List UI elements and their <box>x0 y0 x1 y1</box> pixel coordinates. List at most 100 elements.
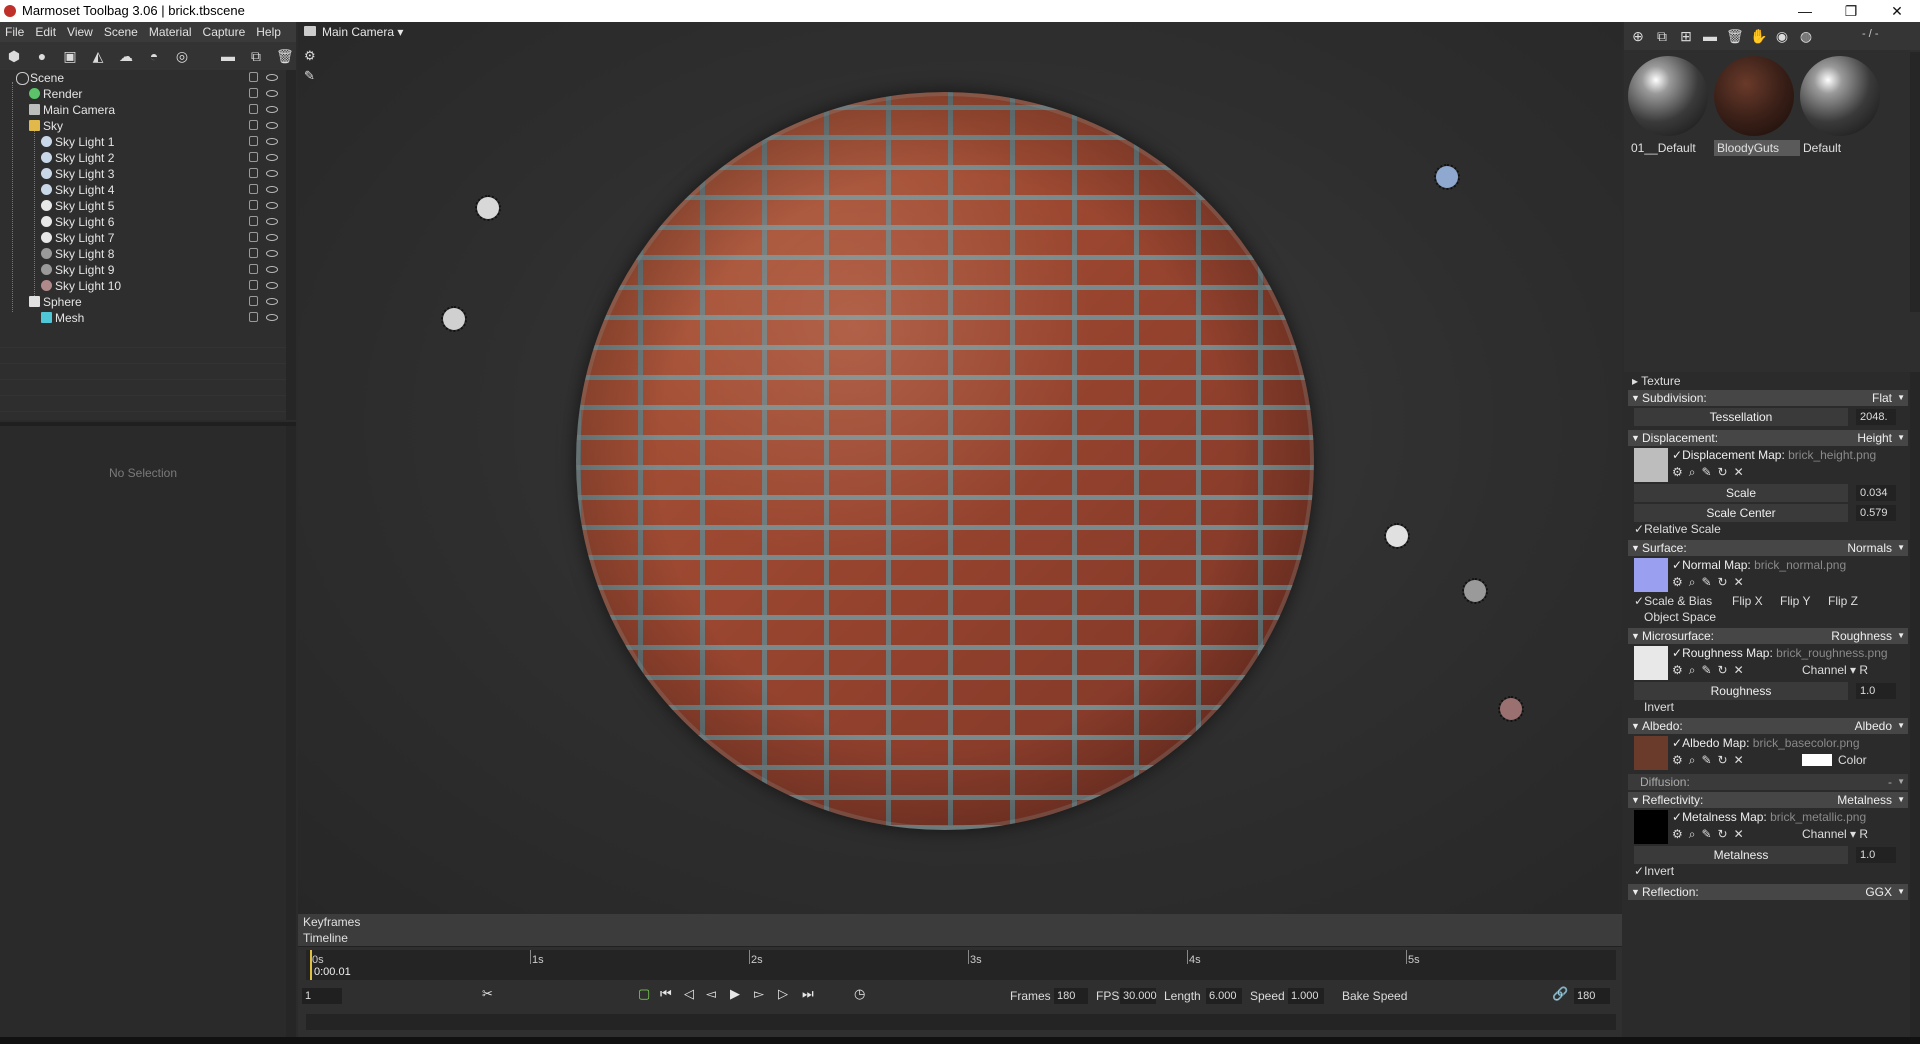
material-preview-default[interactable] <box>1628 56 1708 136</box>
link-icon[interactable]: 🔗 <box>1552 986 1568 1002</box>
next-key-icon[interactable]: ▷ <box>778 986 788 1002</box>
object-space-checkbox[interactable]: Object Space <box>1644 610 1716 624</box>
track-area[interactable] <box>306 1014 1616 1030</box>
normal-thumbnail[interactable] <box>1634 558 1668 592</box>
length-field[interactable]: 6.000 <box>1206 988 1242 1004</box>
materials-scrollbar[interactable] <box>1910 52 1920 312</box>
sky-light-gizmo[interactable] <box>1462 578 1488 604</box>
tree-item-sky-light[interactable]: Sky Light 2 <box>0 150 286 166</box>
albedo-thumbnail[interactable] <box>1634 736 1668 770</box>
eye-icon[interactable] <box>266 154 278 161</box>
scale-center-slider[interactable]: Scale Center <box>1634 504 1848 522</box>
sky-light-gizmo[interactable] <box>1434 164 1460 190</box>
duplicate-icon[interactable]: ⧉ <box>248 48 264 64</box>
map-tools-icons[interactable]: ⚙⌕✎↻✕ <box>1672 827 1750 842</box>
eye-icon[interactable] <box>266 186 278 193</box>
sky-light-gizmo[interactable] <box>441 306 467 332</box>
scene-scrollbar[interactable] <box>286 70 296 420</box>
roughness-value[interactable]: 1.0 <box>1856 683 1896 699</box>
loop-icon[interactable]: ▢ <box>638 986 650 1002</box>
tree-item-main-camera[interactable]: Main Camera <box>0 102 286 118</box>
fps-field[interactable]: 30.000 <box>1120 988 1157 1004</box>
add-light-icon[interactable]: ● <box>34 48 50 64</box>
eye-icon[interactable] <box>266 202 278 209</box>
menu-edit[interactable]: Edit <box>30 22 62 39</box>
metalness-invert-checkbox[interactable]: ✓Invert <box>1634 864 1674 878</box>
folder-icon[interactable]: ▬ <box>1702 28 1718 44</box>
add-camera-icon[interactable]: ▣ <box>62 48 78 64</box>
frame-field[interactable]: 1 <box>302 988 342 1004</box>
flip-y-checkbox[interactable]: Flip Y <box>1780 594 1810 608</box>
roughness-thumbnail[interactable] <box>1634 646 1668 680</box>
pick-icon[interactable]: ◉ <box>1774 28 1790 44</box>
albedo-map-row[interactable]: ✓Albedo Map: brick_basecolor.png <box>1672 736 1860 750</box>
eye-icon[interactable] <box>266 298 278 305</box>
relative-scale-checkbox[interactable]: ✓Relative Scale <box>1634 522 1721 536</box>
lock-icon[interactable] <box>249 120 258 130</box>
properties-scrollbar[interactable] <box>286 426 296 1044</box>
albedo-color-swatch[interactable] <box>1802 754 1832 766</box>
displacement-header[interactable]: ▼ Displacement: Height ▼ <box>1628 430 1908 446</box>
menu-capture[interactable]: Capture <box>198 22 252 39</box>
library-icon[interactable]: ◍ <box>1798 28 1814 44</box>
material-preview-bloodyguts[interactable] <box>1714 56 1794 136</box>
add-bake-icon[interactable]: ◎ <box>174 48 190 64</box>
viewport[interactable]: Main Camera ▾ ⚙ ✎ <box>298 22 1622 914</box>
eye-icon[interactable] <box>266 218 278 225</box>
tree-item-render[interactable]: Render <box>0 86 286 102</box>
lock-icon[interactable] <box>249 72 258 82</box>
reflection-header[interactable]: ▼ Reflection: GGX ▼ <box>1628 884 1908 900</box>
brush-icon[interactable]: ✎ <box>304 68 315 84</box>
microsurface-header[interactable]: ▼ Microsurface: Roughness ▼ <box>1628 628 1908 644</box>
material-name-selected[interactable]: BloodyGuts <box>1714 140 1800 156</box>
prev-key-icon[interactable]: ◁ <box>684 986 694 1002</box>
eye-icon[interactable] <box>266 170 278 177</box>
tree-item-sky-light[interactable]: Sky Light 5 <box>0 198 286 214</box>
material-preview-default2[interactable] <box>1800 56 1880 136</box>
tree-item-sky-light[interactable]: Sky Light 10 <box>0 278 286 294</box>
subdivision-mode[interactable]: Flat <box>1872 390 1892 406</box>
sky-light-gizmo[interactable] <box>1384 523 1410 549</box>
settings-gear-icon[interactable]: ⚙ <box>304 48 316 64</box>
metalness-thumbnail[interactable] <box>1634 810 1668 844</box>
scale-slider[interactable]: Scale <box>1634 484 1848 502</box>
tessellation-slider[interactable]: Tessellation <box>1634 408 1848 426</box>
play-icon[interactable]: ▶ <box>730 986 740 1002</box>
displacement-mode[interactable]: Height <box>1857 430 1892 446</box>
tessellation-value[interactable]: 2048. <box>1856 409 1896 425</box>
editor-scrollbar[interactable] <box>1910 372 1920 1044</box>
map-tools-icons[interactable]: ⚙⌕✎↻✕ <box>1672 753 1750 768</box>
lock-icon[interactable] <box>249 136 258 146</box>
skip-end-icon[interactable]: ⏭ <box>802 986 814 1002</box>
tree-item-sky-light[interactable]: Sky Light 7 <box>0 230 286 246</box>
add-fog-icon[interactable]: ☁ <box>118 48 134 64</box>
end-frame-field[interactable]: 180 <box>1574 988 1610 1004</box>
lock-icon[interactable] <box>249 264 258 274</box>
lock-icon[interactable] <box>249 280 258 290</box>
material-name[interactable]: Default <box>1800 140 1886 156</box>
roughness-slider[interactable]: Roughness <box>1634 682 1848 700</box>
time-ruler[interactable]: 0s 1s 2s 3s 4s 5s 0:00.01 <box>306 950 1616 980</box>
roughness-invert-checkbox[interactable]: Invert <box>1644 700 1674 714</box>
skip-start-icon[interactable]: ⏮ <box>660 986 672 1002</box>
tree-item-sky-light[interactable]: Sky Light 1 <box>0 134 286 150</box>
delete-material-icon[interactable]: 🗑 <box>1726 28 1744 44</box>
eye-icon[interactable] <box>266 314 278 321</box>
eye-icon[interactable] <box>266 282 278 289</box>
lock-icon[interactable] <box>249 296 258 306</box>
microsurface-mode[interactable]: Roughness <box>1831 628 1892 644</box>
flip-z-checkbox[interactable]: Flip Z <box>1828 594 1858 608</box>
speed-field[interactable]: 1.000 <box>1288 988 1324 1004</box>
subdivision-header[interactable]: ▼ Subdivision: Flat ▼ <box>1628 390 1908 406</box>
metalness-slider[interactable]: Metalness <box>1634 846 1848 864</box>
scale-value[interactable]: 0.034 <box>1856 485 1896 501</box>
surface-mode[interactable]: Normals <box>1847 540 1892 556</box>
menu-help[interactable]: Help <box>251 22 287 39</box>
checker-icon[interactable]: ⊞ <box>1678 28 1694 44</box>
lock-icon[interactable] <box>249 152 258 162</box>
duplicate-material-icon[interactable]: ⧉ <box>1654 28 1670 44</box>
lock-icon[interactable] <box>249 312 258 322</box>
eye-icon[interactable] <box>266 106 278 113</box>
map-tools-icons[interactable]: ⚙⌕✎↻✕ <box>1672 663 1750 678</box>
reflectivity-header[interactable]: ▼ Reflectivity: Metalness ▼ <box>1628 792 1908 808</box>
